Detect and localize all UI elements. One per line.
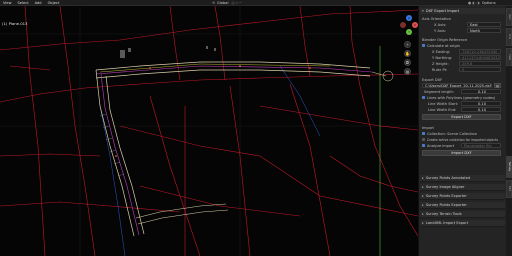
menu-object[interactable]: Object — [45, 1, 63, 5]
collapsed-panel-label: Survey Points Exporter — [425, 193, 467, 198]
options-menu[interactable]: Options — [482, 1, 496, 5]
lines-polylines-label: Lines with Polylines (geometry nodes) — [427, 95, 496, 100]
x-easting-label: X Easting: — [432, 49, 451, 54]
collapse-icon: ▸ — [422, 211, 424, 216]
collapse-icon: ▸ — [422, 193, 424, 198]
y-axis-label: Y Axis: — [434, 28, 447, 33]
x-easting-field[interactable]: 758719.236475430 — [459, 49, 501, 54]
panel-title: DXF Export Import — [425, 9, 460, 13]
export-dxf-heading: Export DXF — [422, 77, 504, 82]
collection-row[interactable]: Collection: Scene Collection — [422, 131, 504, 136]
folder-icon[interactable]: ▤ — [494, 83, 501, 88]
collapsed-panel-points-exporter[interactable]: ▸ Survey Points Exporter — [420, 193, 505, 200]
collapsed-panel-label: LandXML Import Export — [425, 220, 469, 225]
import-heading: Import — [422, 125, 504, 130]
collapsed-panel-survey-annotated[interactable]: ▸ Survey Points Annotated — [420, 175, 505, 182]
collapsed-panel-label: Survey Points Annotated — [425, 175, 471, 180]
collapsed-panel-terrain-tools[interactable]: ▸ Survey Terrain Tools — [420, 211, 505, 218]
segment-label: Segment length: — [424, 89, 454, 94]
collapsed-panel-label: Survey Points Exporter — [425, 202, 467, 207]
origin-heading: Blender Origin Reference — [422, 37, 504, 42]
grid-icon[interactable]: ▦ — [404, 68, 411, 75]
z-height-label: Z Height: — [432, 61, 449, 66]
collapsed-panel-label: Survey Terrain Tools — [425, 211, 462, 216]
sidebar-panel: ▾ DXF Export Import Axis Orientation X Ax… — [418, 6, 506, 256]
segment-field[interactable]: 0.10 — [461, 89, 501, 94]
analyze-checkbox[interactable] — [422, 144, 425, 147]
camera-icon[interactable]: ◘ — [404, 59, 411, 66]
y-northing-field[interactable]: 4111374.800483032 — [459, 55, 501, 60]
viewport-object-label: (1) Plane.013 — [2, 21, 28, 26]
axis-orientation-heading: Axis Orientation — [422, 16, 504, 21]
collection-label: Collection: Scene Collection — [427, 131, 478, 136]
calc-origin-label: Calculate at origin — [427, 43, 460, 48]
collapse-icon: ▸ — [422, 220, 424, 225]
export-dxf-button[interactable]: Export DXF — [422, 114, 501, 120]
analyze-field[interactable]: Placeholder file — [461, 143, 501, 148]
axis-heading-label: Axis Orientation — [422, 16, 451, 21]
origin-heading-label: Blender Origin Reference — [422, 37, 468, 42]
gizmo-neg-x-axis[interactable] — [400, 22, 406, 28]
gizmo-y-axis[interactable]: Y — [406, 29, 412, 35]
map-drawing — [0, 6, 418, 256]
menu-add[interactable]: Add — [32, 1, 45, 5]
3d-viewport[interactable]: (1) Plane.013 — [0, 6, 418, 256]
export-heading-label: Export DXF — [422, 77, 443, 82]
menu-view[interactable]: View — [0, 1, 15, 5]
menu-select[interactable]: Select — [15, 1, 32, 5]
lw-start-label: Line Width Start: — [428, 101, 459, 106]
y-axis-select[interactable]: North — [467, 28, 501, 33]
transform-orientation-dropdown[interactable]: Global — [217, 1, 228, 5]
collapse-icon: ▸ — [422, 184, 424, 189]
tab-survey[interactable]: Survey — [506, 156, 512, 178]
zoom-icon[interactable]: + — [404, 41, 411, 48]
transform-orientation-icon[interactable]: ⟲ — [212, 1, 215, 5]
collapse-icon: ▸ — [422, 175, 424, 180]
import-heading-label: Import — [422, 125, 434, 130]
lines-polylines-checkbox[interactable] — [422, 96, 425, 99]
lw-end-field[interactable]: 0.10 — [461, 107, 501, 112]
lw-start-field[interactable]: 0.10 — [461, 101, 501, 106]
shading-icons[interactable]: ● ◐ ◑ — [468, 1, 480, 5]
collapsed-panel-landxml[interactable]: ▸ LandXML Import Export — [420, 220, 505, 227]
tab-view[interactable]: View — [506, 48, 512, 66]
collapsed-panel-points-exporter-2[interactable]: ▸ Survey Points Exporter — [420, 202, 505, 209]
analyze-label: Analyze import — [427, 143, 455, 148]
x-axis-select[interactable]: East — [467, 22, 501, 27]
lw-end-label: Line Width End: — [428, 107, 457, 112]
expand-icon: ▾ — [422, 9, 424, 13]
lines-polylines-row[interactable]: Lines with Polylines (geometry nodes) — [422, 95, 504, 100]
gizmo-z-axis[interactable]: Z — [406, 15, 412, 21]
collection-checkbox[interactable] — [422, 132, 425, 135]
ruler-label: Ruler Pt: — [432, 67, 448, 72]
tab-tool[interactable]: Tool — [506, 28, 512, 46]
tab-item[interactable]: Item — [506, 8, 512, 26]
active-collection-checkbox[interactable] — [422, 138, 425, 141]
z-height-field[interactable]: 259.8 — [459, 61, 501, 66]
x-axis-label: X Axis: — [434, 22, 447, 27]
tab-edit[interactable]: Edit — [506, 180, 512, 198]
export-path-field[interactable]: C:\Users\DXF Export_20-11-2025.dxf — [422, 83, 492, 88]
sidebar-tabs: Item Tool View Survey Edit — [506, 6, 512, 256]
y-northing-label: Y Northing: — [432, 55, 453, 60]
active-collection-label: Create active collection for imported ob… — [427, 137, 499, 142]
calc-origin-row[interactable]: Calculate at origin — [422, 43, 504, 48]
pan-hand-icon[interactable]: ✋ — [404, 50, 411, 57]
ruler-field[interactable]: 0 — [459, 67, 501, 72]
snap-icon[interactable]: ◎ ⌗ ∽ — [231, 1, 241, 5]
calc-origin-checkbox[interactable] — [422, 44, 425, 47]
collapse-icon: ▸ — [422, 202, 424, 207]
collapsed-panel-image-aligner[interactable]: ▸ Survey Image Aligner — [420, 184, 505, 191]
collapsed-panel-label: Survey Image Aligner — [425, 184, 465, 189]
import-dxf-button[interactable]: Import DXF — [422, 150, 501, 156]
active-collection-row[interactable]: Create active collection for imported ob… — [422, 137, 504, 142]
panel-header[interactable]: ▾ DXF Export Import — [420, 8, 505, 14]
